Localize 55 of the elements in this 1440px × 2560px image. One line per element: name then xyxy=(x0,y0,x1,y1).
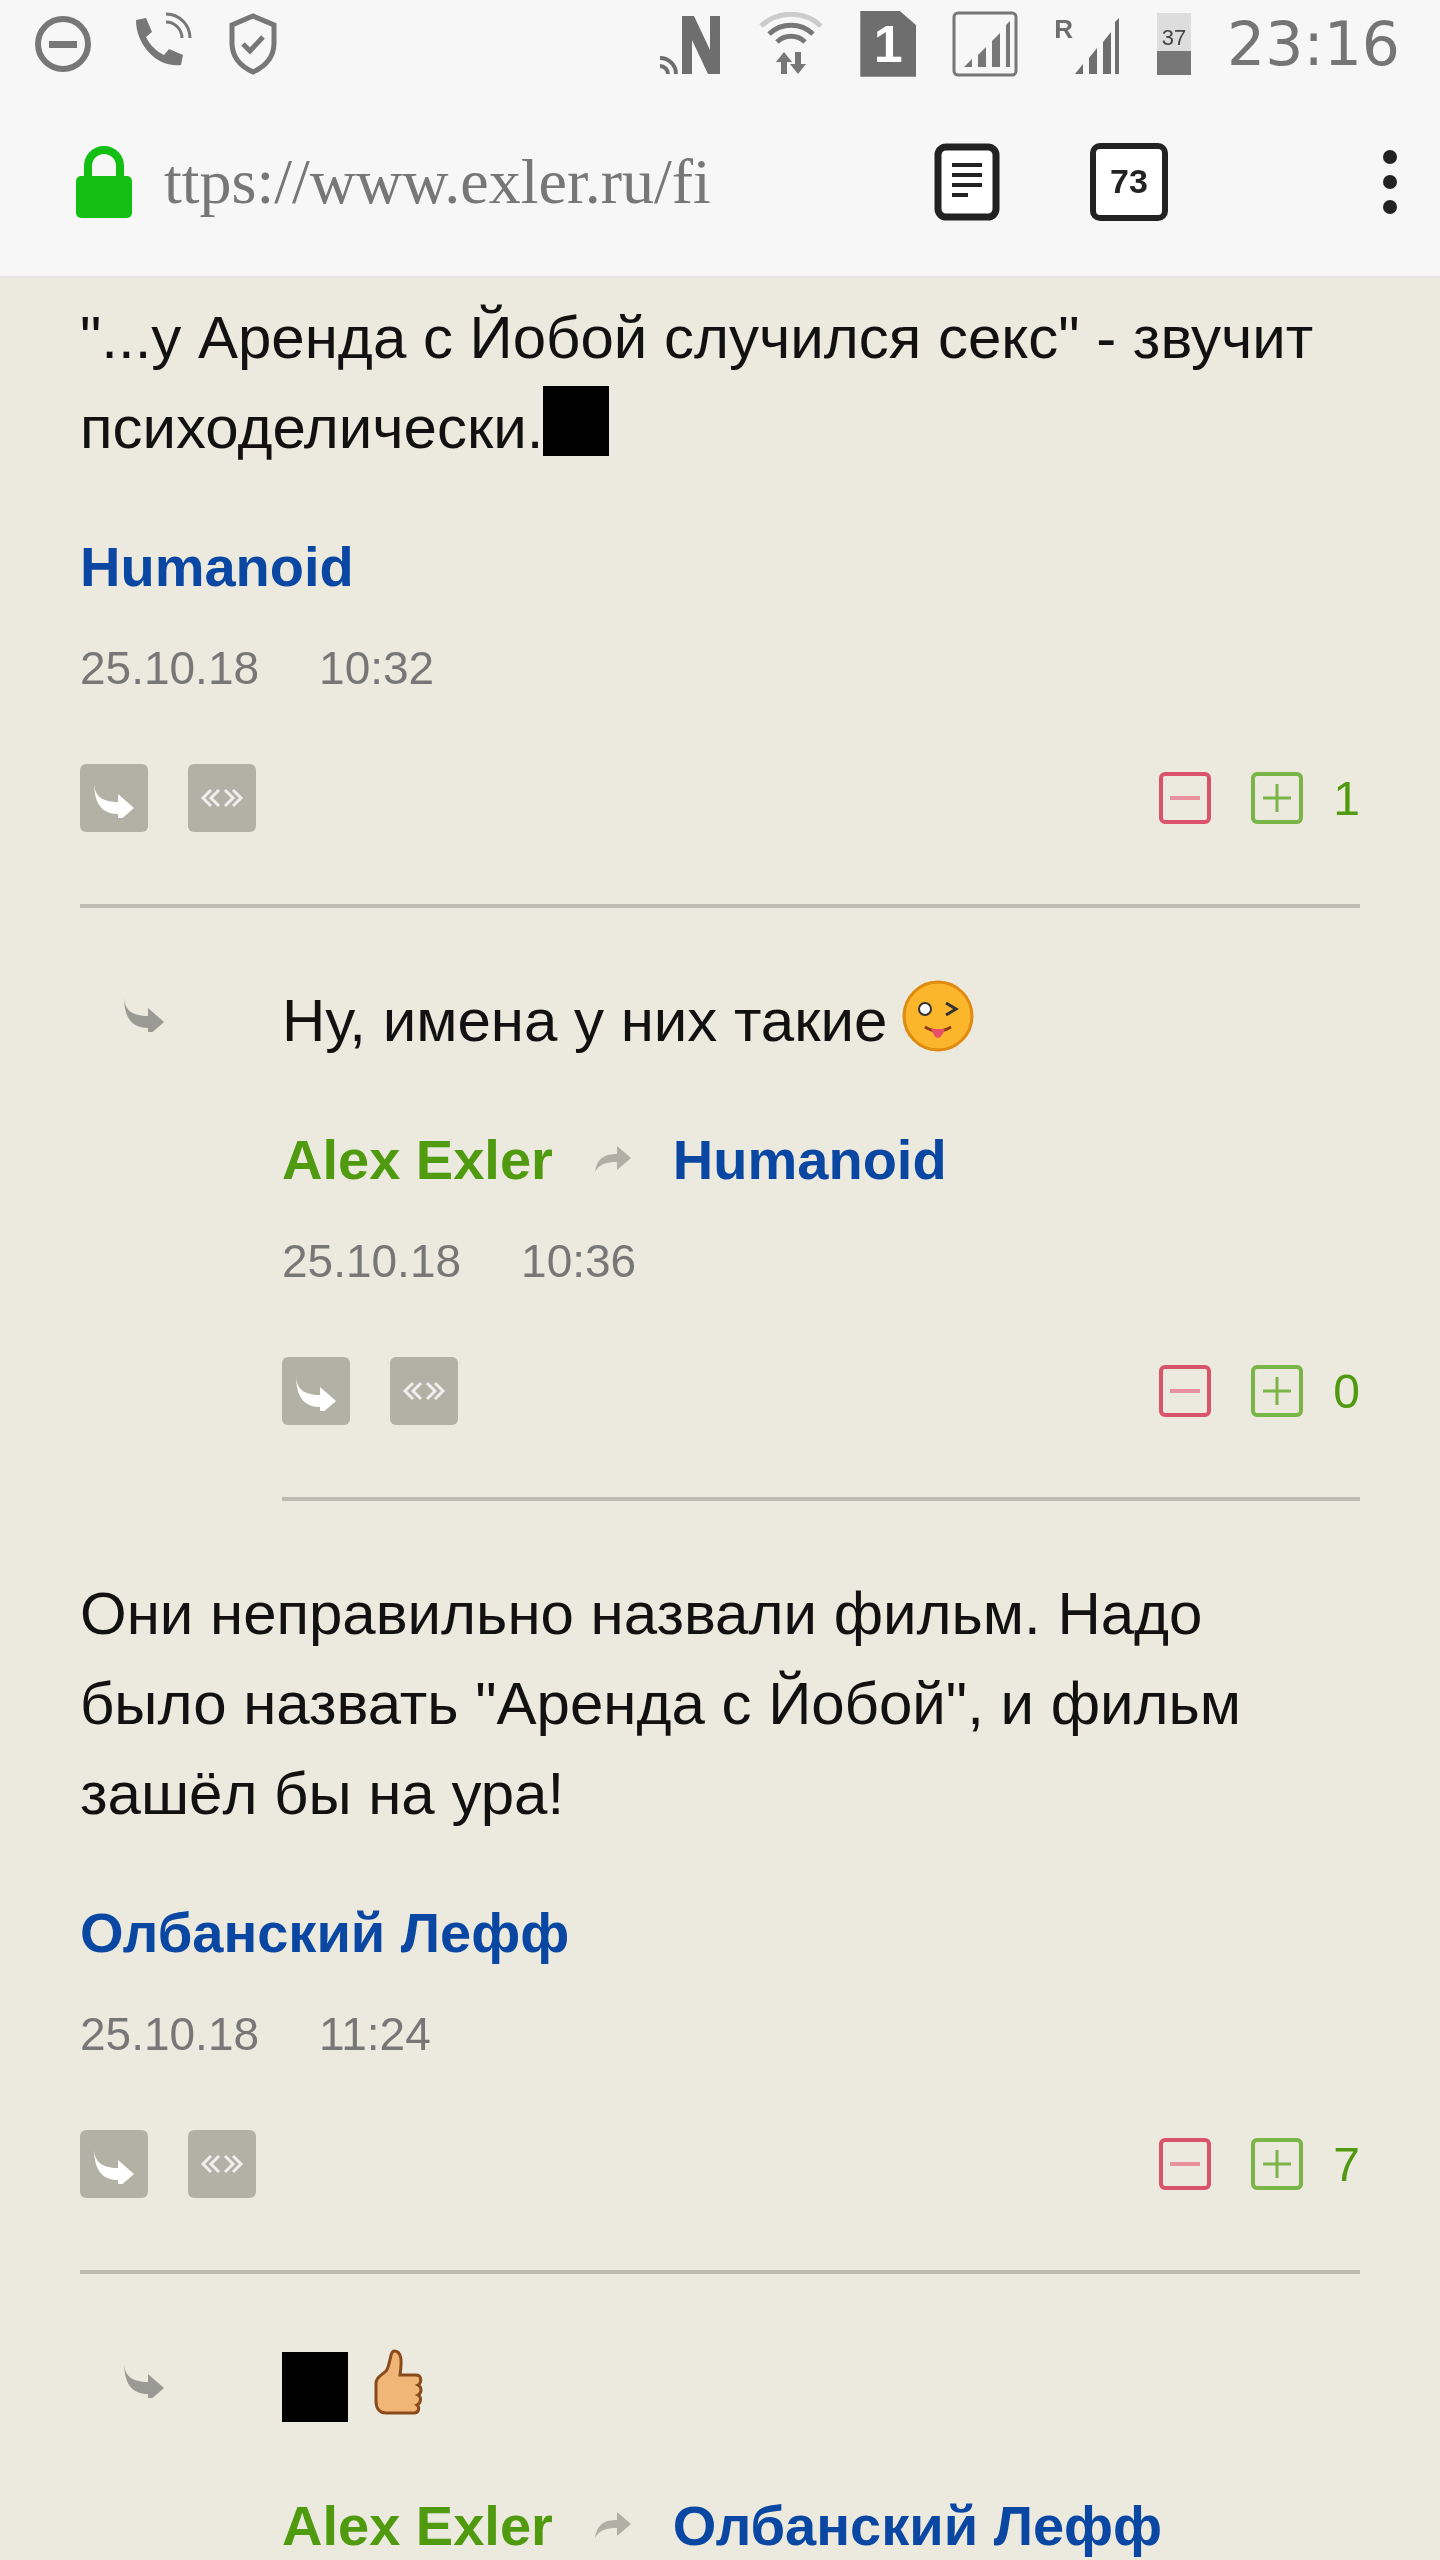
comment-author[interactable]: Humanoid xyxy=(80,533,354,599)
downvote-button[interactable] xyxy=(1159,2138,1212,2190)
quote-marks-icon xyxy=(199,2152,245,2176)
comment-date: 25.10.18 xyxy=(80,641,260,695)
reply-to-author[interactable]: Олбанский Лефф xyxy=(672,2492,1163,2558)
minus-icon xyxy=(1170,795,1201,801)
comment-time: 10:36 xyxy=(521,1234,637,1288)
quote-marks-icon xyxy=(401,1379,447,1403)
lock-icon xyxy=(74,143,134,220)
missing-glyph-icon xyxy=(282,2352,348,2422)
quote-marks-icon xyxy=(199,786,245,810)
roaming-indicator: R xyxy=(1054,14,1074,45)
do-not-disturb-icon xyxy=(34,14,92,73)
vote-score: 0 xyxy=(1333,1363,1360,1419)
upvote-button[interactable] xyxy=(1251,1365,1304,1417)
comment-date: 25.10.18 xyxy=(80,2007,260,2061)
comment-time: 11:24 xyxy=(319,2007,431,2061)
sim-card-icon: 1 xyxy=(860,10,917,77)
reply-to-author[interactable]: Humanoid xyxy=(672,1126,947,1192)
comment-text: "...у Аренда с Йобой случился секс" - звучит психоделически. xyxy=(80,303,1315,463)
missing-glyph-icon xyxy=(543,386,610,456)
wifi-icon xyxy=(758,11,825,76)
minus-icon xyxy=(1170,2161,1201,2167)
reader-mode-icon[interactable] xyxy=(934,142,1000,221)
menu-icon[interactable] xyxy=(1380,148,1400,215)
tab-count-button[interactable]: 73 xyxy=(1090,142,1168,221)
winking-tongue-face-icon xyxy=(901,979,976,1053)
comment-text: Они неправильно назвали фильм. Надо было назвать "Аренда с Йобой", и фильм зашёл бы на ура! xyxy=(80,1579,1243,1829)
url-field[interactable]: ttps://www.exler.ru/fi xyxy=(164,144,934,219)
battery-icon: 37 xyxy=(1157,12,1192,75)
vote-score: 1 xyxy=(1333,770,1360,826)
reply-to-arrow-icon xyxy=(592,1144,633,1174)
shield-check-icon xyxy=(228,12,278,75)
quote-button[interactable] xyxy=(188,2130,256,2198)
vote-score: 7 xyxy=(1333,2136,1360,2192)
upvote-button[interactable] xyxy=(1251,772,1304,824)
reply-button[interactable] xyxy=(80,2130,148,2198)
upvote-button[interactable] xyxy=(1251,2138,1304,2190)
quote-button[interactable] xyxy=(390,1357,458,1425)
comment-author[interactable]: Олбанский Лефф xyxy=(80,1899,570,1965)
quote-button[interactable] xyxy=(188,764,256,832)
plus-icon xyxy=(1261,2148,1294,2180)
signal-icon xyxy=(952,10,1019,77)
comment-date: 25.10.18 xyxy=(282,1234,462,1288)
reply-to-arrow-icon xyxy=(592,2510,633,2540)
reply-button[interactable] xyxy=(282,1357,350,1425)
minus-icon xyxy=(1170,1388,1201,1394)
downvote-button[interactable] xyxy=(1159,1365,1212,1417)
plus-icon xyxy=(1261,1375,1294,1407)
comment-text: Ну, имена у них такие xyxy=(282,976,1360,1066)
downvote-button[interactable] xyxy=(1159,772,1212,824)
comment-time: 10:32 xyxy=(319,641,435,695)
plus-icon xyxy=(1261,782,1294,814)
reply-button[interactable] xyxy=(80,764,148,832)
clock-time: 23:16 xyxy=(1227,8,1400,79)
